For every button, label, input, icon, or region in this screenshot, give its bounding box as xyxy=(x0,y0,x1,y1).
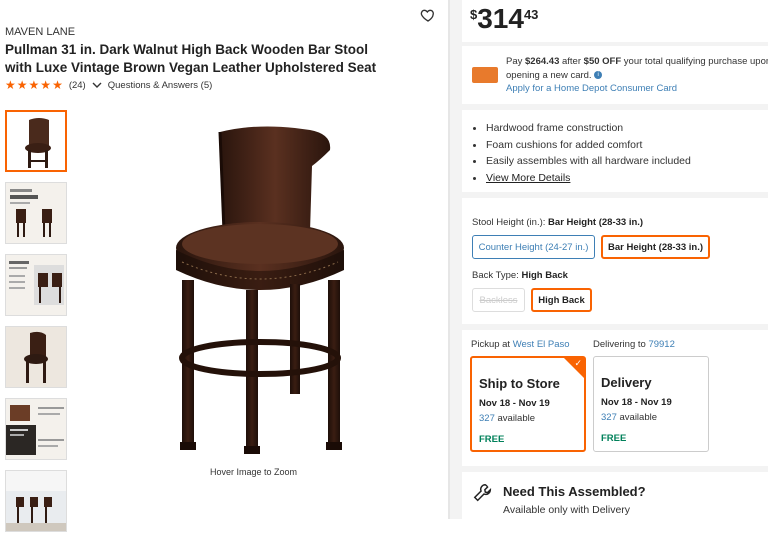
option-high-back[interactable]: High Back xyxy=(531,288,592,312)
feature-item: Foam cushions for added comfort xyxy=(470,137,691,154)
thumbnail-strip xyxy=(5,110,67,542)
feature-item: Hardwood frame construction xyxy=(470,120,691,137)
star-icon: ★ xyxy=(5,78,16,92)
promo-pay-amount: $264.43 xyxy=(525,56,560,67)
delivery-avail: available xyxy=(619,412,658,423)
delivery-title: Delivery xyxy=(601,375,652,390)
thumbnail-4[interactable] xyxy=(5,326,67,388)
review-count[interactable]: (24) xyxy=(69,80,86,91)
stool-height-label-text: Stool Height (in.): xyxy=(472,217,546,228)
star-icon: ★ xyxy=(40,78,52,92)
thumbnail-5[interactable] xyxy=(5,398,67,460)
option-backless[interactable]: Backless xyxy=(472,288,525,312)
main-product-image[interactable] xyxy=(160,120,370,460)
delivery-dates: Nov 18 - Nov 19 xyxy=(601,397,672,408)
brand-name[interactable]: MAVEN LANE xyxy=(5,26,75,38)
back-type-label-text: Back Type: xyxy=(472,270,519,281)
info-icon[interactable]: i xyxy=(594,71,603,80)
product-title: Pullman 31 in. Dark Walnut High Back Woo… xyxy=(5,41,405,77)
promo-discount: $50 OFF xyxy=(583,56,622,67)
ship-to-store-option[interactable]: ✓ Ship to Store Nov 18 - Nov 19 327 avai… xyxy=(470,356,586,452)
check-icon: ✓ xyxy=(574,358,582,368)
promo-prefix: Pay xyxy=(506,56,526,67)
delivery-availability: 327 available xyxy=(601,412,657,423)
apply-card-link[interactable]: Apply for a Home Depot Consumer Card xyxy=(506,83,677,94)
option-bar-height[interactable]: Bar Height (28-33 in.) xyxy=(601,235,710,259)
option-counter-height[interactable]: Counter Height (24-27 in.) xyxy=(472,235,595,259)
thumbnail-6[interactable] xyxy=(5,470,67,532)
promo-text: Pay $264.43 after $50 OFF your total qua… xyxy=(506,55,768,83)
ship-price: FREE xyxy=(479,434,505,445)
rating-row[interactable]: ★ ★ ★ ★ ★ (24) Questions & Answers (5) xyxy=(5,79,212,91)
wrench-icon xyxy=(473,484,492,502)
rating-stars: ★ ★ ★ ★ ★ xyxy=(5,79,63,91)
delivery-location: Delivering to 79912 xyxy=(593,339,675,350)
feature-list: Hardwood frame construction Foam cushion… xyxy=(470,120,691,186)
stool-height-label: Stool Height (in.): Bar Height (28-33 in… xyxy=(472,217,643,228)
credit-card-promo: Pay $264.43 after $50 OFF your total qua… xyxy=(470,53,768,97)
assembly-title: Need This Assembled? xyxy=(503,484,646,499)
view-more-details-link[interactable]: View More Details xyxy=(470,170,691,187)
zip-link[interactable]: 79912 xyxy=(648,339,674,350)
star-icon: ★ xyxy=(16,78,28,92)
chevron-down-icon[interactable] xyxy=(92,80,102,90)
ship-title: Ship to Store xyxy=(479,376,560,391)
pickup-store-link[interactable]: West El Paso xyxy=(513,339,570,350)
star-icon: ★ xyxy=(52,78,63,92)
feature-item: Easily assembles with all hardware inclu… xyxy=(470,153,691,170)
thumbnail-3[interactable] xyxy=(5,254,67,316)
thumbnail-2[interactable] xyxy=(5,182,67,244)
assembly-subtitle: Available only with Delivery xyxy=(503,504,631,516)
price-dollars: 314 xyxy=(477,3,524,34)
price-currency: $ xyxy=(470,7,478,22)
pickup-location: Pickup at West El Paso xyxy=(471,339,570,350)
questions-answers-link[interactable]: Questions & Answers (5) xyxy=(108,80,213,91)
delivery-price: FREE xyxy=(601,433,627,444)
title-line-2: with Luxe Vintage Brown Vegan Leather Up… xyxy=(5,60,377,75)
title-line-1: Pullman 31 in. Dark Walnut High Back Woo… xyxy=(5,42,369,57)
thumbnail-1[interactable] xyxy=(5,110,67,172)
favorite-heart-icon[interactable] xyxy=(420,7,436,23)
back-type-label: Back Type: High Back xyxy=(472,270,568,281)
star-icon: ★ xyxy=(28,78,40,92)
credit-card-icon xyxy=(472,67,498,83)
delivering-label: Delivering to xyxy=(593,339,646,350)
delivery-count: 327 xyxy=(601,412,617,423)
promo-mid: after xyxy=(559,56,584,67)
stool-height-selected: Bar Height (28-33 in.) xyxy=(548,217,644,228)
back-type-selected: High Back xyxy=(521,270,568,281)
price: $ 314 43 xyxy=(470,4,538,34)
price-cents: 43 xyxy=(523,7,539,22)
ship-availability: 327 available xyxy=(479,413,535,424)
ship-dates: Nov 18 - Nov 19 xyxy=(479,398,550,409)
ship-count: 327 xyxy=(479,413,495,424)
hover-zoom-hint: Hover Image to Zoom xyxy=(210,467,298,477)
delivery-option[interactable]: Delivery Nov 18 - Nov 19 327 available F… xyxy=(593,356,709,452)
pickup-label: Pickup at xyxy=(471,339,511,350)
ship-avail: available xyxy=(497,413,536,424)
